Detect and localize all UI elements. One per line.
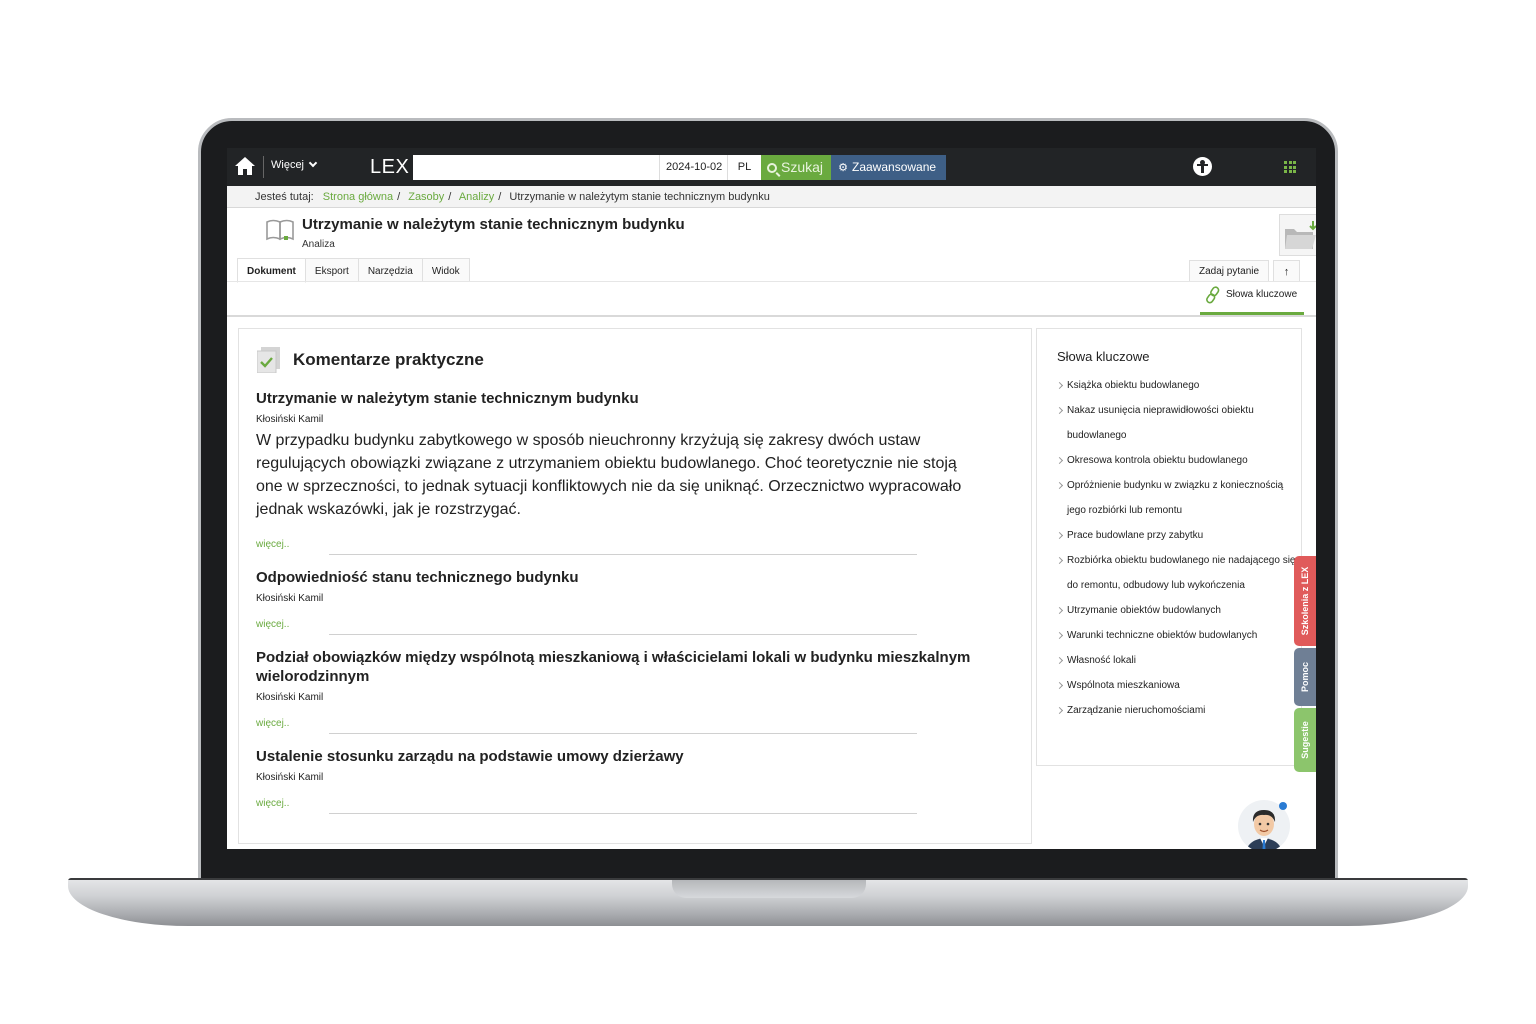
search-button[interactable]: Szukaj (761, 155, 831, 180)
save-to-folder-button[interactable] (1279, 214, 1316, 256)
tab-export[interactable]: Eksport (305, 258, 359, 282)
open-book-icon (266, 219, 294, 241)
comment-author: Kłosiński Kamil (256, 593, 324, 604)
keywords-panel-title: Słowa kluczowe (1057, 349, 1150, 364)
ask-question-button[interactable]: Zadaj pytanie (1189, 260, 1270, 282)
scroll-up-button[interactable]: ↑ (1273, 260, 1300, 282)
divider (263, 156, 264, 178)
header-divider (227, 315, 1316, 317)
keyword-link[interactable]: Zarządzanie nieruchomościami (1057, 698, 1297, 723)
training-side-tab[interactable]: Szkolenia z LEX (1294, 556, 1316, 646)
breadcrumb-link-resources[interactable]: Zasoby (408, 191, 444, 203)
keyword-link[interactable]: Utrzymanie obiektów budowlanych (1057, 598, 1297, 623)
laptop-notch (672, 880, 866, 898)
keywords-list: Książka obiektu budowlanego Nakaz usunię… (1057, 373, 1297, 723)
suggestions-side-tab[interactable]: Sugestie (1294, 708, 1316, 772)
tab-document[interactable]: Dokument (237, 258, 306, 283)
search-button-label: Szukaj (781, 159, 824, 175)
advanced-search-label: Zaawansowane (852, 160, 937, 174)
apps-grid-icon[interactable] (1284, 161, 1296, 173)
tab-keywords-label: Słowa kluczowe (1226, 289, 1298, 300)
document-type: Analiza (302, 239, 335, 250)
gears-icon: ⚙ (838, 162, 848, 174)
keyword-link[interactable]: Warunki techniczne obiektów budowlanych (1057, 623, 1297, 648)
breadcrumb-link-home[interactable]: Strona główna (323, 191, 393, 203)
keyword-link[interactable]: Wspólnota mieszkaniowa (1057, 673, 1297, 698)
separator (329, 634, 917, 635)
comment-title[interactable]: Utrzymanie w należytym stanie techniczny… (256, 389, 1016, 408)
separator (329, 554, 917, 555)
comment-title[interactable]: Podział obowiązków między wspólnotą mies… (256, 648, 976, 686)
document-tabs: Dokument Eksport Narzędzia Widok (237, 258, 470, 283)
comment-author: Kłosiński Kamil (256, 692, 324, 703)
keyword-link[interactable]: Rozbiórka obiektu budowlanego nie nadają… (1057, 548, 1297, 598)
more-menu-button[interactable]: Więcej (271, 158, 318, 171)
separator (329, 733, 917, 734)
comment-item: Podział obowiązków między wspólnotą mies… (256, 648, 976, 703)
keyword-link[interactable]: Własność lokali (1057, 648, 1297, 673)
document-title: Utrzymanie w należytym stanie techniczny… (302, 216, 685, 233)
folder-download-icon (1285, 221, 1316, 249)
search-input[interactable] (413, 155, 659, 180)
more-link[interactable]: więcej.. (256, 539, 289, 550)
comment-title[interactable]: Odpowiedniość stanu technicznego budynku (256, 568, 1016, 587)
training-side-tab-label: Szkolenia z LEX (1300, 566, 1310, 636)
suggestions-side-tab-label: Sugestie (1300, 721, 1310, 759)
comment-excerpt: W przypadku budynku zabytkowego w sposób… (256, 432, 962, 518)
more-menu-label: Więcej (271, 159, 305, 171)
practical-comments-panel: Komentarze praktyczne Utrzymanie w należ… (238, 328, 1032, 844)
comment-item: Utrzymanie w należytym stanie techniczny… (256, 389, 1016, 521)
tab-tools[interactable]: Narzędzia (358, 258, 423, 282)
comment-author: Kłosiński Kamil (256, 414, 324, 425)
top-bar: Więcej LEX 2024-10-02 PL Szukaj ⚙ Zaawans… (227, 148, 1316, 186)
help-side-tab[interactable]: Pomoc (1294, 648, 1316, 706)
checked-document-icon (257, 347, 280, 373)
link-icon (1206, 286, 1220, 304)
more-link[interactable]: więcej.. (256, 619, 289, 630)
keyword-link[interactable]: Nakaz usunięcia nieprawidłowości obiektu… (1057, 398, 1297, 448)
search-icon (767, 163, 777, 173)
comment-author: Kłosiński Kamil (256, 772, 324, 783)
language-select[interactable]: PL (727, 155, 761, 180)
more-link[interactable]: więcej.. (256, 798, 289, 809)
category-title: Komentarze praktyczne (293, 350, 484, 369)
keyword-link[interactable]: Opróżnienie budynku w związku z konieczn… (1057, 473, 1297, 523)
keyword-link[interactable]: Prace budowlane przy zabytku (1057, 523, 1297, 548)
accessibility-icon[interactable] (1193, 157, 1212, 176)
home-icon[interactable] (233, 154, 257, 178)
tab-keywords[interactable]: Słowa kluczowe (1200, 285, 1304, 315)
tab-divider (227, 281, 1316, 282)
keywords-panel: Słowa kluczowe Książka obiektu budowlane… (1036, 328, 1302, 766)
more-link[interactable]: więcej.. (256, 718, 289, 729)
tab-view[interactable]: Widok (422, 258, 470, 282)
chevron-down-icon (308, 158, 318, 168)
breadcrumb-current: Utrzymanie w należytym stanie techniczny… (509, 191, 770, 203)
lex-logo: LEX (370, 156, 410, 178)
help-side-tab-label: Pomoc (1300, 661, 1310, 693)
breadcrumb-prefix: Jesteś tutaj: (255, 191, 314, 203)
screen: Więcej LEX 2024-10-02 PL Szukaj ⚙ Zaawans… (227, 148, 1316, 849)
date-field[interactable]: 2024-10-02 (659, 155, 727, 180)
comment-title[interactable]: Ustalenie stosunku zarządu na podstawie … (256, 747, 1016, 766)
advanced-search-button[interactable]: ⚙ Zaawansowane (831, 155, 946, 180)
keyword-link[interactable]: Okresowa kontrola obiektu budowlanego (1057, 448, 1297, 473)
online-status-dot (1279, 802, 1287, 810)
comment-item: Odpowiedniość stanu technicznego budynku… (256, 568, 1016, 604)
breadcrumb-link-analyses[interactable]: Analizy (459, 191, 494, 203)
accessibility-icon-arms (1197, 164, 1208, 166)
separator (329, 813, 917, 814)
keyword-link[interactable]: Książka obiektu budowlanego (1057, 373, 1297, 398)
breadcrumb: Jesteś tutaj: Strona główna / Zasoby / Ana… (227, 186, 1316, 208)
comment-item: Ustalenie stosunku zarządu na podstawie … (256, 747, 1016, 783)
